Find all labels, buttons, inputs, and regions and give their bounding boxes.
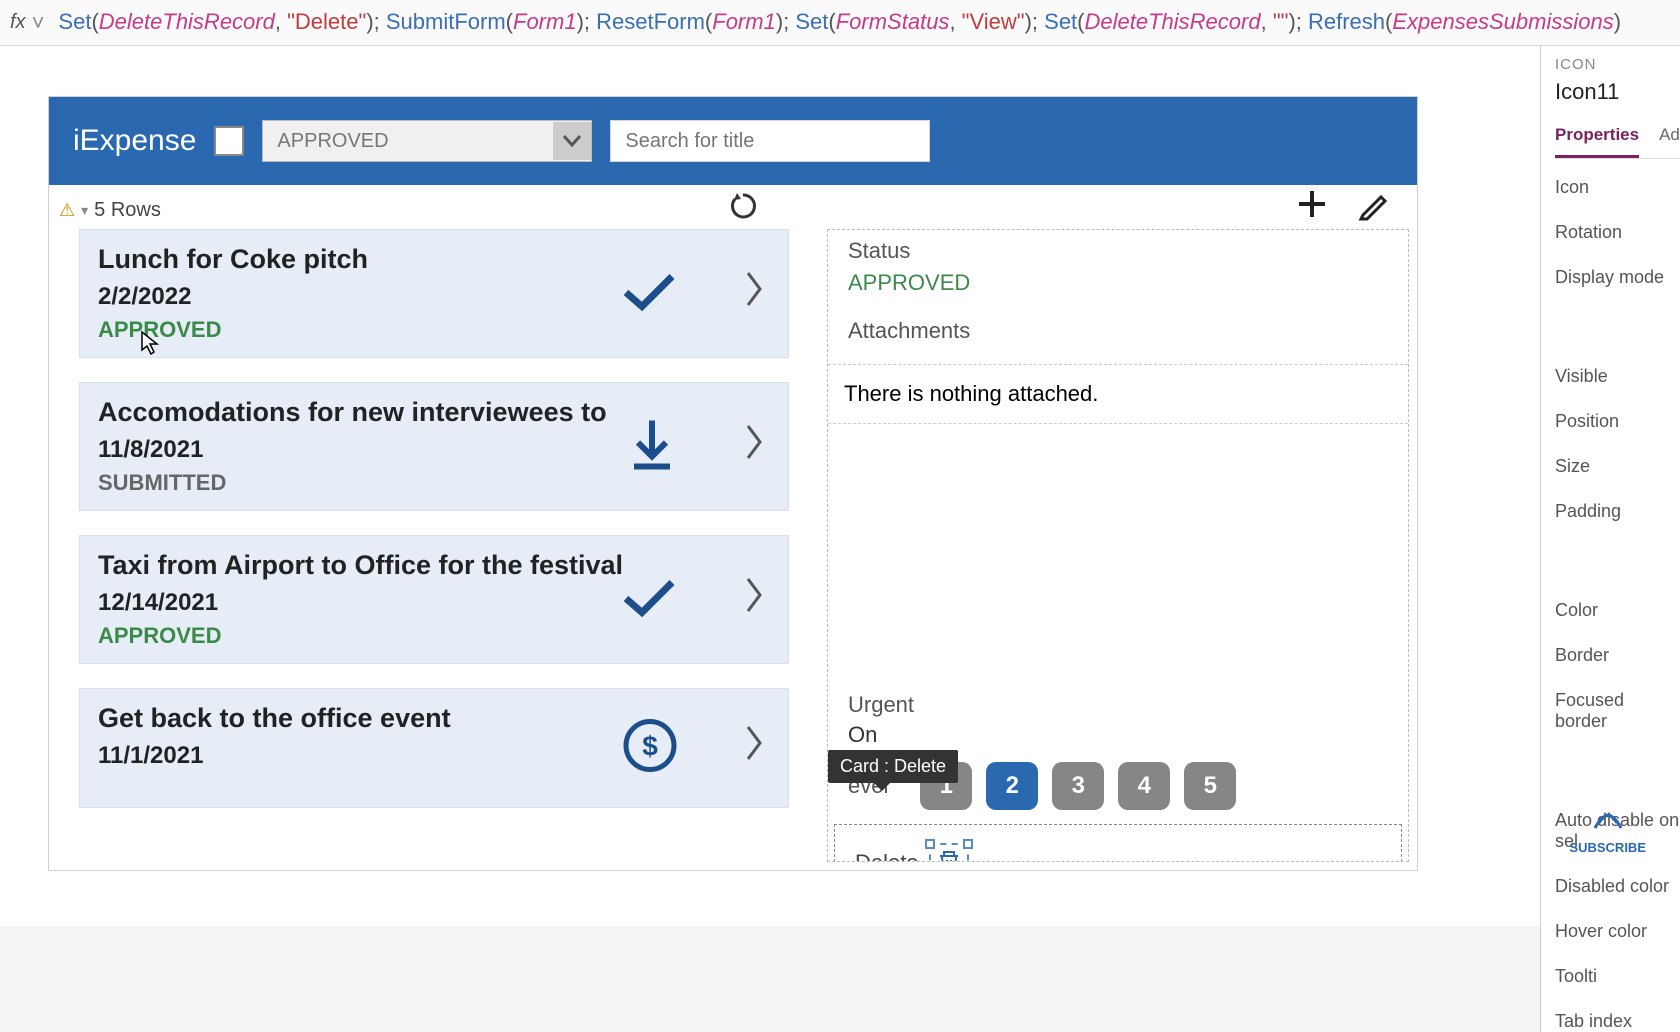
fx-dropdown-icon[interactable]: ˅ [32,10,45,36]
panel-section-label: ICON [1555,56,1680,73]
chevron-right-icon[interactable] [744,269,764,319]
search-input[interactable] [610,120,930,162]
property-tabs: Properties Adva [1555,121,1680,159]
list-scroll[interactable]: Lunch for Coke pitch2/2/2022APPROVED Acco… [79,229,789,870]
list-item[interactable]: Get back to the office event11/1/2021$ [79,688,789,808]
prop-border[interactable]: Border [1555,645,1680,666]
urgent-label: Urgent [848,692,1388,718]
warning-icon: ⚠ [59,200,75,221]
fx-label: fx [10,11,26,34]
chevron-right-icon[interactable] [744,575,764,625]
status-label: Status [848,238,1388,264]
add-icon[interactable] [1295,187,1329,230]
tab-advanced[interactable]: Adva [1659,121,1680,158]
urgent-card: Urgent On [828,684,1408,752]
list-item[interactable]: Lunch for Coke pitch2/2/2022APPROVED [79,229,789,358]
level-button-4[interactable]: 4 [1118,762,1170,810]
level-button-2[interactable]: 2 [986,762,1038,810]
check-icon [620,268,678,319]
formula-bar: fx ˅ Set(DeleteThisRecord, "Delete"); Su… [0,0,1680,46]
show-all-checkbox[interactable] [214,126,244,156]
tooltip-card-delete: Card : Delete [828,750,958,783]
property-list: Icon Rotation Display mode Visible Position S… [1555,177,1680,1032]
formula-text[interactable]: Set(DeleteThisRecord, "Delete"); SubmitF… [58,9,1621,36]
prop-visible[interactable]: Visible [1555,366,1680,387]
detail-form: Status APPROVED Attachments There is not… [827,229,1409,862]
list-meta: ⚠ ▾ 5 Rows [49,185,809,235]
level-button-3[interactable]: 3 [1052,762,1104,810]
trash-icon[interactable] [929,843,969,862]
level-buttons: 12345 [920,762,1236,810]
attachments-label: Attachments [848,318,1388,344]
attachments-card: Attachments [828,310,1408,364]
download-icon [626,416,678,477]
chevron-right-icon[interactable] [744,422,764,472]
chevron-down-icon [553,122,591,160]
detail-area: Status APPROVED Attachments There is not… [809,185,1417,870]
prop-padding[interactable]: Padding [1555,501,1680,522]
level-card: Card : Delete evel 12345 [828,752,1408,820]
item-status: APPROVED [98,623,770,649]
prop-display-mode[interactable]: Display mode [1555,267,1680,288]
check-icon [620,574,678,625]
spacer [828,424,1408,684]
status-value: APPROVED [848,270,1388,296]
status-filter-value: APPROVED [277,130,577,153]
status-card: Status APPROVED [828,230,1408,310]
level-button-5[interactable]: 5 [1184,762,1236,810]
detail-toolbar [809,185,1417,231]
control-name: Icon11 [1555,79,1680,105]
delete-card[interactable]: Delete [834,824,1402,862]
chevron-right-icon[interactable] [744,723,764,773]
list-item[interactable]: Taxi from Airport to Office for the fest… [79,535,789,664]
prop-icon[interactable]: Icon [1555,177,1680,198]
delete-label: Delete [855,850,919,862]
row-count: 5 Rows [94,199,161,222]
tab-properties[interactable]: Properties [1555,121,1639,158]
expense-list-area: ⚠ ▾ 5 Rows Lunch for Coke pitch2/2/2022A… [49,185,809,870]
edit-icon[interactable] [1357,187,1391,230]
prop-focused-border[interactable]: Focused border [1555,690,1680,732]
prop-color[interactable]: Color [1555,600,1680,621]
dollar-icon: $ [622,718,678,779]
prop-tab-index[interactable]: Tab index [1555,1011,1680,1032]
chevron-down-icon[interactable]: ▾ [81,202,88,219]
prop-position[interactable]: Position [1555,411,1680,432]
subscribe-watermark: SUBSCRIBE [1569,798,1646,855]
attachments-box[interactable]: There is nothing attached. [828,364,1408,424]
item-status: APPROVED [98,317,770,343]
subscribe-text: SUBSCRIBE [1569,840,1646,855]
urgent-value: On [848,722,1388,748]
svg-text:$: $ [642,731,658,762]
canvas-area: iExpense APPROVED ⚠ ▾ 5 Rows Lunch for C… [0,46,1540,926]
prop-hover-color[interactable]: Hover color [1555,921,1680,942]
prop-rotation[interactable]: Rotation [1555,222,1680,243]
app-title: iExpense [73,124,196,158]
prop-size[interactable]: Size [1555,456,1680,477]
list-item[interactable]: Accomodations for new interviewees to11/… [79,382,789,511]
attachments-value: There is nothing attached. [844,381,1392,407]
prop-toolti[interactable]: Toolti [1555,966,1680,987]
refresh-icon[interactable] [727,190,759,230]
app-header: iExpense APPROVED [49,97,1417,185]
properties-panel: ICON Icon11 Properties Adva Icon Rotation… [1540,46,1680,1032]
app-artboard: iExpense APPROVED ⚠ ▾ 5 Rows Lunch for C… [48,96,1418,871]
status-filter-dropdown[interactable]: APPROVED [262,120,592,162]
prop-disabled-color[interactable]: Disabled color [1555,876,1680,897]
